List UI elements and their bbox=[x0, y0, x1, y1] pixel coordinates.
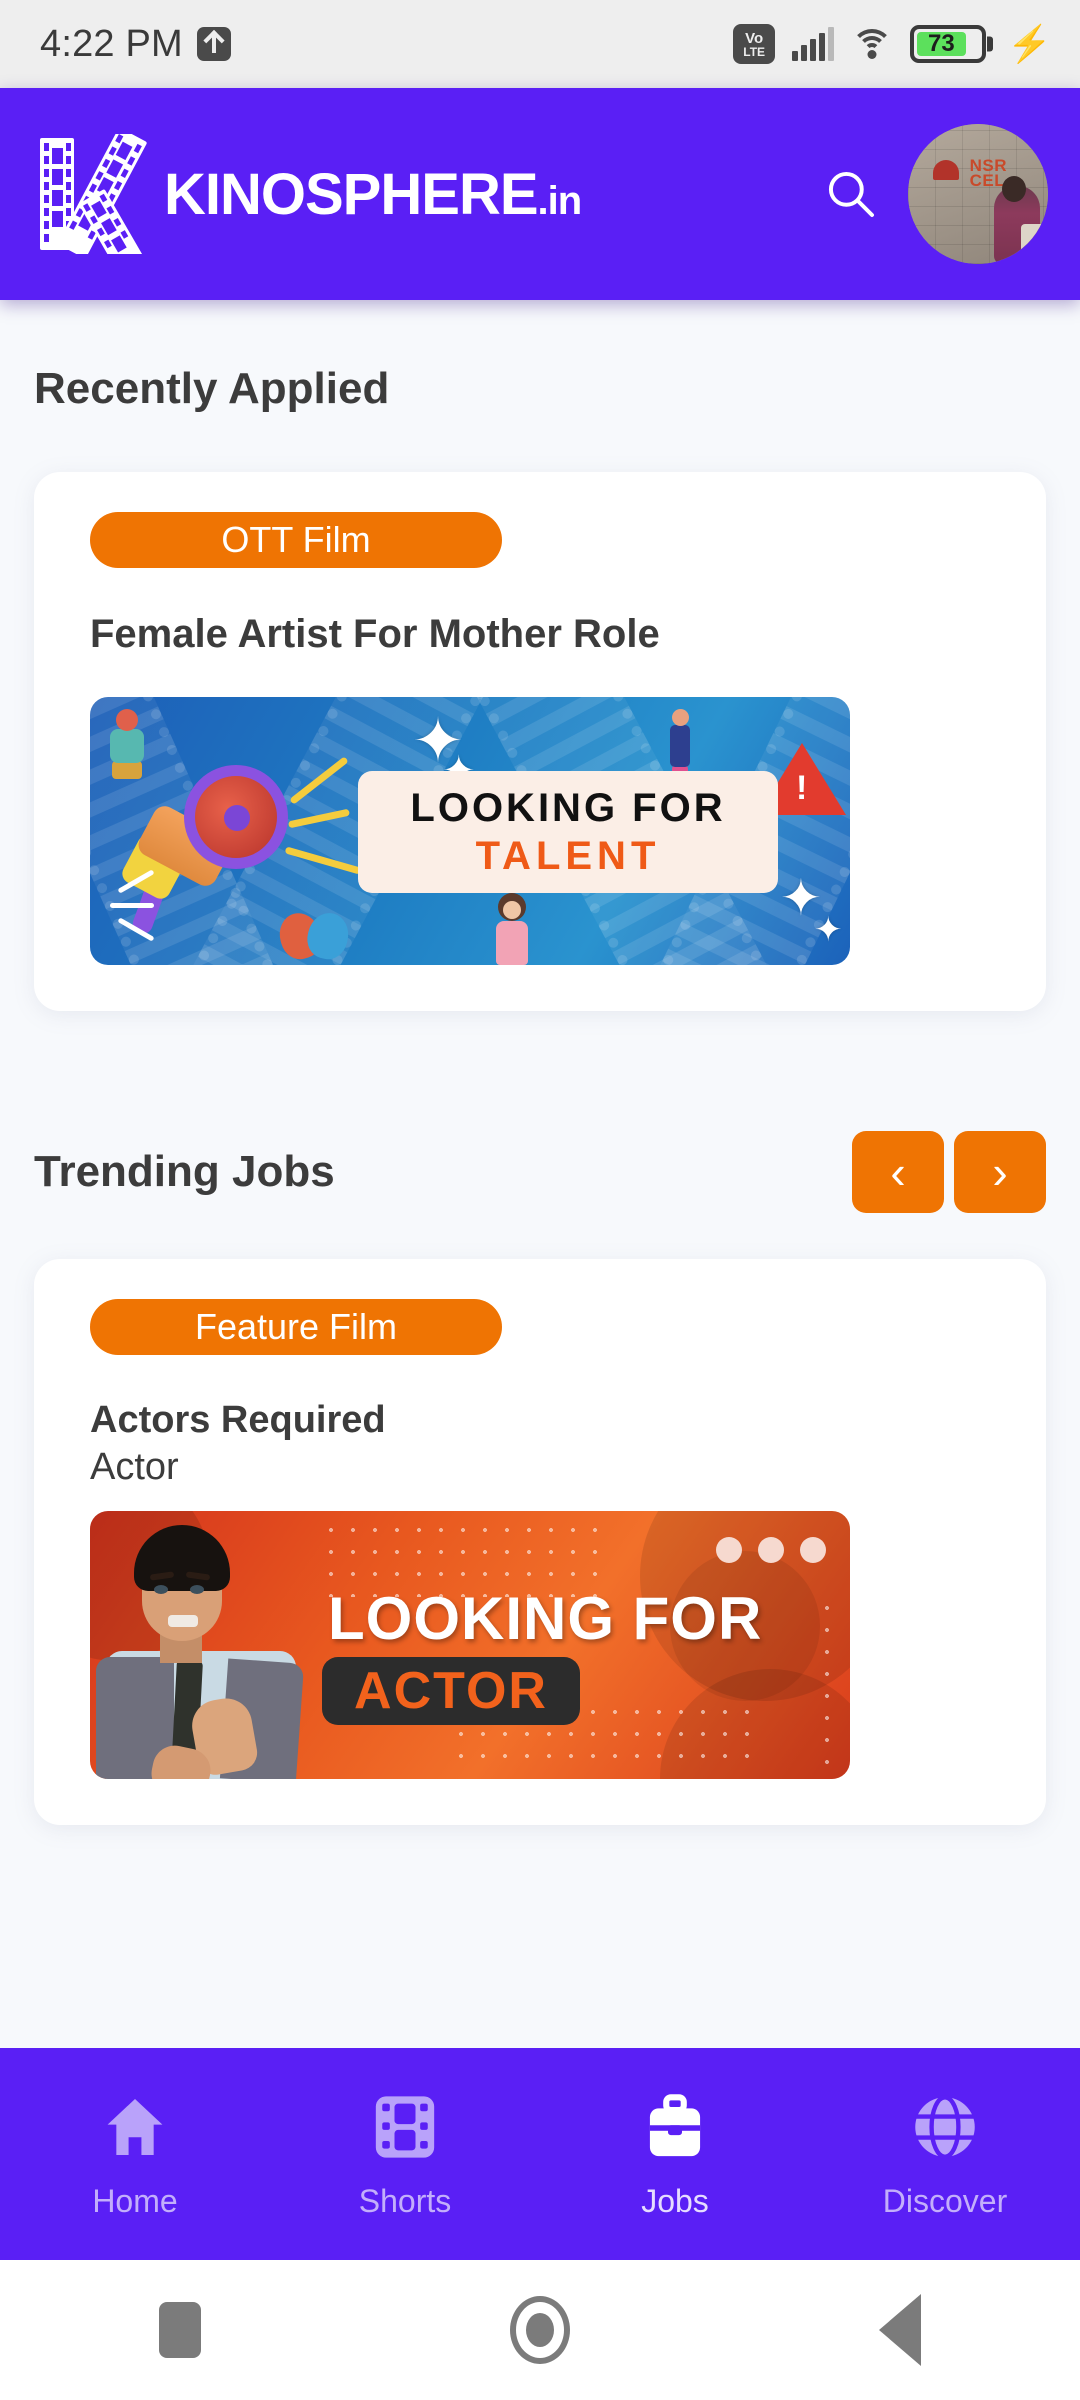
app-screen: 4:22 PM Vo LTE 73 ⚡ KINOSPHERE.in NSR CE… bbox=[0, 0, 1080, 2400]
banner-line-1: LOOKING FOR bbox=[410, 786, 726, 830]
job-category-badge: Feature Film bbox=[90, 1299, 502, 1355]
banner-line-2: ACTOR bbox=[354, 1662, 548, 1720]
page-content: Recently Applied OTT Film Female Artist … bbox=[0, 300, 1080, 1825]
briefcase-icon bbox=[637, 2089, 713, 2165]
banner-line-2-plate: ACTOR bbox=[322, 1657, 580, 1725]
avatar-logo-mark bbox=[933, 160, 960, 181]
status-bar-left: 4:22 PM bbox=[40, 23, 231, 66]
nav-label-home: Home bbox=[92, 2182, 178, 2219]
home-circle-icon bbox=[510, 2296, 570, 2364]
job-subtitle: Actor bbox=[90, 1446, 179, 1488]
nav-item-home[interactable]: Home bbox=[0, 2089, 270, 2220]
section-header-recently-applied: Recently Applied bbox=[0, 364, 1080, 414]
job-banner-looking-for-actor: LOOKING FOR ACTOR bbox=[90, 1511, 850, 1779]
status-bar: 4:22 PM Vo LTE 73 ⚡ bbox=[0, 0, 1080, 88]
nav-label-discover: Discover bbox=[882, 2182, 1008, 2219]
section-title: Recently Applied bbox=[34, 364, 390, 413]
battery-icon: 73 bbox=[910, 25, 987, 63]
nav-item-discover[interactable]: Discover bbox=[810, 2089, 1080, 2220]
nav-item-shorts[interactable]: Shorts bbox=[270, 2089, 540, 2220]
home-icon bbox=[97, 2089, 173, 2165]
volte-icon: Vo LTE bbox=[733, 24, 776, 64]
banner-dot-pattern-decor bbox=[816, 1597, 846, 1767]
carousel-prev-button[interactable]: ‹ bbox=[852, 1131, 944, 1213]
bottom-navigation-bar: Home Shorts Jobs Discover bbox=[0, 2048, 1080, 2260]
brand-logo-group[interactable]: KINOSPHERE.in bbox=[34, 134, 583, 254]
film-strip-icon bbox=[367, 2089, 443, 2165]
volte-top-label: Vo bbox=[745, 29, 764, 47]
carousel-arrows: ‹ › bbox=[852, 1131, 1046, 1213]
nav-label-shorts: Shorts bbox=[358, 2182, 452, 2219]
section-header-trending-jobs: Trending Jobs ‹ › bbox=[0, 1131, 1080, 1213]
nav-label-jobs: Jobs bbox=[641, 2182, 709, 2219]
volte-bottom-label: LTE bbox=[743, 44, 766, 59]
search-icon bbox=[828, 171, 874, 217]
banner-sparkle-icon: ✦ bbox=[814, 911, 843, 949]
battery-percent-label: 73 bbox=[917, 30, 966, 57]
brand-name-label: KINOSPHERE.in bbox=[164, 161, 583, 228]
job-category-badge: OTT Film bbox=[90, 512, 502, 568]
cellular-signal-icon bbox=[792, 27, 835, 61]
banner-text-box: LOOKING FOR TALENT bbox=[358, 771, 778, 893]
search-button[interactable] bbox=[808, 151, 894, 237]
megaphone-icon bbox=[110, 756, 362, 942]
banner-line-1: LOOKING FOR bbox=[328, 1585, 763, 1652]
avatar-person-head bbox=[1001, 176, 1026, 202]
charging-bolt-icon: ⚡ bbox=[1007, 23, 1052, 64]
brand-name-text: KINOSPHERE bbox=[164, 161, 539, 227]
back-triangle-icon bbox=[879, 2294, 921, 2366]
globe-icon bbox=[907, 2089, 983, 2165]
status-bar-clock: 4:22 PM bbox=[40, 22, 183, 65]
banner-character-girl-icon bbox=[490, 893, 534, 965]
job-title: Female Artist For Mother Role bbox=[90, 612, 660, 656]
avatar-person-bag bbox=[1021, 224, 1046, 254]
home-button[interactable] bbox=[360, 2296, 720, 2364]
nav-item-jobs[interactable]: Jobs bbox=[540, 2089, 810, 2220]
job-banner-looking-for-talent: ✦ ✦ ✦ ✦ LOOKING FOR TALENT bbox=[90, 697, 850, 965]
brand-tld-text: .in bbox=[537, 178, 583, 223]
job-card-trending[interactable]: Feature Film Actors Required Actor LOOKI… bbox=[34, 1259, 1046, 1825]
recents-square-icon bbox=[159, 2302, 201, 2358]
wifi-icon bbox=[851, 27, 894, 61]
recents-button[interactable] bbox=[0, 2302, 360, 2358]
carousel-next-button[interactable]: › bbox=[954, 1131, 1046, 1213]
actor-portrait-icon bbox=[90, 1511, 320, 1779]
upload-indicator-icon bbox=[196, 27, 231, 61]
banner-line-2: TALENT bbox=[475, 834, 661, 878]
profile-avatar[interactable]: NSR CEL bbox=[908, 124, 1048, 264]
android-navigation-bar bbox=[0, 2260, 1080, 2400]
status-bar-right: Vo LTE 73 ⚡ bbox=[733, 24, 1052, 64]
film-strip-k-logo-icon bbox=[40, 134, 147, 254]
banner-three-dots-icon bbox=[716, 1537, 826, 1563]
app-header-bar: KINOSPHERE.in NSR CEL bbox=[0, 88, 1080, 300]
back-button[interactable] bbox=[720, 2294, 1080, 2366]
avatar-sign-text: NSR CEL bbox=[969, 155, 1007, 190]
job-title: Actors Required bbox=[90, 1399, 386, 1441]
job-card-recently-applied[interactable]: OTT Film Female Artist For Mother Role ✦… bbox=[34, 472, 1046, 1011]
section-title: Trending Jobs bbox=[34, 1147, 335, 1196]
